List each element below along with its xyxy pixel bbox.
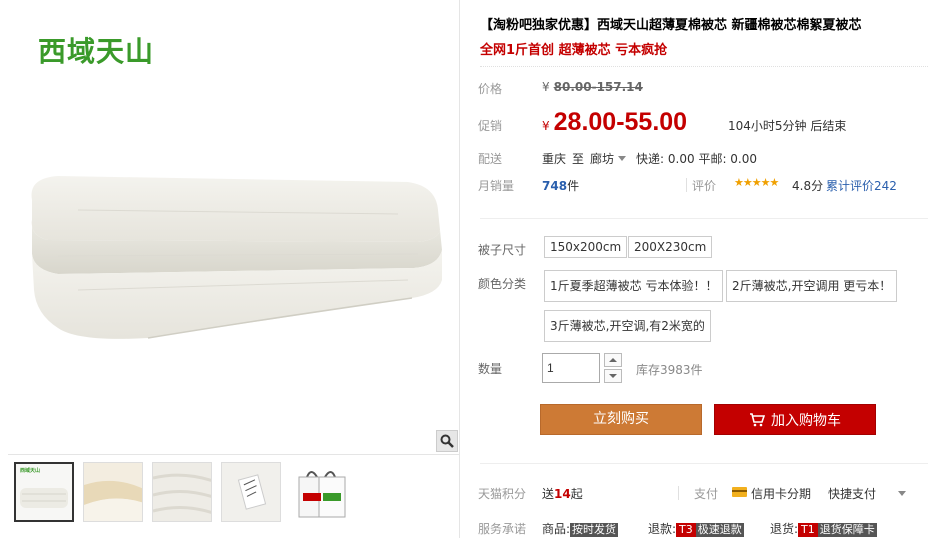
points-label: 天猫积分	[478, 487, 527, 501]
shipping-info: 重庆至廊坊 快递: 0.00 平邮: 0.00	[542, 150, 757, 167]
shipping-label: 配送	[478, 152, 503, 166]
promo-price: ¥28.00-55.00	[542, 108, 687, 137]
brand-logo: 西域天山	[38, 35, 155, 68]
review-count-link[interactable]: 累计评价242	[826, 177, 897, 194]
product-subtitle: 全网1斤首创 超薄被芯 亏本疯抢	[480, 43, 668, 58]
divider	[480, 463, 928, 464]
price-label: 价格	[478, 82, 503, 96]
thumb-logo: 西域天山	[20, 468, 41, 474]
size-label: 被子尺寸	[478, 243, 527, 257]
refund-label: 退款:	[648, 522, 677, 536]
package-bag-icon	[298, 471, 346, 518]
main-product-image[interactable]: 西域天山	[8, 0, 460, 455]
label-closeup-icon	[222, 463, 280, 521]
monthly-sales-label: 月销量	[478, 179, 515, 193]
thumbnail-strip: 西域天山	[14, 462, 350, 522]
refund-tag: T3	[676, 523, 696, 537]
points-number: 14	[554, 487, 571, 501]
promo-currency: ¥	[542, 119, 550, 133]
add-to-cart-button[interactable]: 加入购物车	[714, 404, 876, 435]
color-option-2[interactable]: 2斤薄被芯,开空调用 更亏本！	[726, 270, 898, 302]
on-time-badge[interactable]: 按时发货	[570, 523, 619, 537]
product-gallery: 西域天山 西域天山	[8, 0, 460, 538]
quantity-label: 数量	[478, 362, 503, 376]
shipping-fee: 快递: 0.00 平邮: 0.00	[636, 152, 758, 166]
return-label: 退货:	[770, 522, 799, 536]
cart-icon	[750, 412, 765, 426]
thumbnail-4[interactable]	[221, 462, 281, 522]
original-price-value: 80.00-157.14	[553, 80, 643, 94]
divider	[686, 178, 687, 192]
product-info: 【淘粉吧独家优惠】西域天山超薄夏棉被芯 新疆棉被芯棉絮夏被芯 全网1斤首创 超薄…	[470, 0, 930, 538]
original-price: ¥80.00-157.14	[542, 80, 643, 94]
goods-label: 商品:	[542, 522, 571, 536]
stock-count: 库存3983件	[636, 363, 703, 377]
quantity-input[interactable]	[542, 353, 600, 383]
product-title: 【淘粉吧独家优惠】西域天山超薄夏棉被芯 新疆棉被芯棉絮夏被芯	[480, 18, 862, 33]
return-tag: T1	[798, 523, 818, 537]
thumbnail-5[interactable]	[290, 462, 350, 522]
star-rating-icon: ★★★★★	[734, 176, 779, 189]
points-suffix: 起	[570, 487, 583, 501]
monthly-sales: 748件	[542, 177, 579, 194]
thumbnail-2[interactable]	[83, 462, 143, 522]
sales-count: 748	[542, 179, 568, 193]
add-to-cart-label: 加入购物车	[771, 412, 841, 429]
sales-unit: 件	[567, 179, 580, 193]
size-option-150x200[interactable]: 150x200cm	[544, 236, 628, 258]
points-prefix: 送	[542, 487, 555, 501]
service-label: 服务承诺	[478, 522, 527, 536]
service-return: 退货: T1 退货保障卡	[770, 520, 877, 537]
zoom-button[interactable]	[436, 430, 458, 452]
ship-destination-select[interactable]: 廊坊	[590, 152, 614, 166]
promo-price-value: 28.00-55.00	[553, 108, 688, 136]
ship-from: 重庆	[542, 152, 567, 166]
promo-countdown: 104小时5分钟 后结束	[728, 119, 847, 133]
quantity-decrease-button[interactable]	[604, 369, 622, 383]
color-option-1[interactable]: 1斤夏季超薄被芯 亏本体验！！	[544, 270, 724, 302]
ship-to-word: 至	[572, 152, 585, 166]
divider	[480, 66, 928, 67]
rating-label: 评价	[692, 179, 717, 193]
thumbnail-1[interactable]: 西域天山	[14, 462, 74, 522]
points-value: 送14起	[542, 485, 583, 502]
rating-score: 4.8分	[792, 179, 824, 193]
quantity-increase-button[interactable]	[604, 353, 622, 367]
arrow-up-icon	[609, 358, 617, 362]
size-option-200x230[interactable]: 200X230cm	[628, 236, 713, 258]
thumbnail-3[interactable]	[152, 462, 212, 522]
cotton-closeup-icon	[84, 463, 142, 521]
refund-badge[interactable]: 极速退款	[695, 523, 744, 537]
payment-label: 支付	[694, 487, 719, 501]
service-refund: 退款: T3 极速退款	[648, 520, 744, 537]
buy-now-button[interactable]: 立刻购买	[540, 404, 702, 435]
divider	[480, 218, 928, 219]
color-option-3[interactable]: 3斤薄被芯,开空调,有2米宽的	[544, 310, 711, 342]
chevron-down-icon[interactable]	[618, 156, 627, 161]
fabric-closeup-icon	[153, 463, 211, 521]
quick-pay-link[interactable]: 快捷支付	[828, 485, 876, 502]
color-label: 颜色分类	[478, 277, 527, 291]
arrow-down-icon	[609, 374, 617, 378]
magnifier-icon	[440, 434, 454, 448]
credit-card-icon	[732, 487, 747, 497]
installment-link[interactable]: 信用卡分期	[751, 485, 811, 502]
return-badge[interactable]: 退货保障卡	[817, 523, 877, 537]
promo-label: 促销	[478, 119, 503, 133]
divider	[678, 486, 679, 500]
chevron-down-icon[interactable]	[898, 491, 906, 496]
quilt-image	[31, 176, 443, 339]
currency-symbol: ¥	[542, 80, 550, 94]
service-goods: 商品: 按时发货	[542, 520, 619, 537]
